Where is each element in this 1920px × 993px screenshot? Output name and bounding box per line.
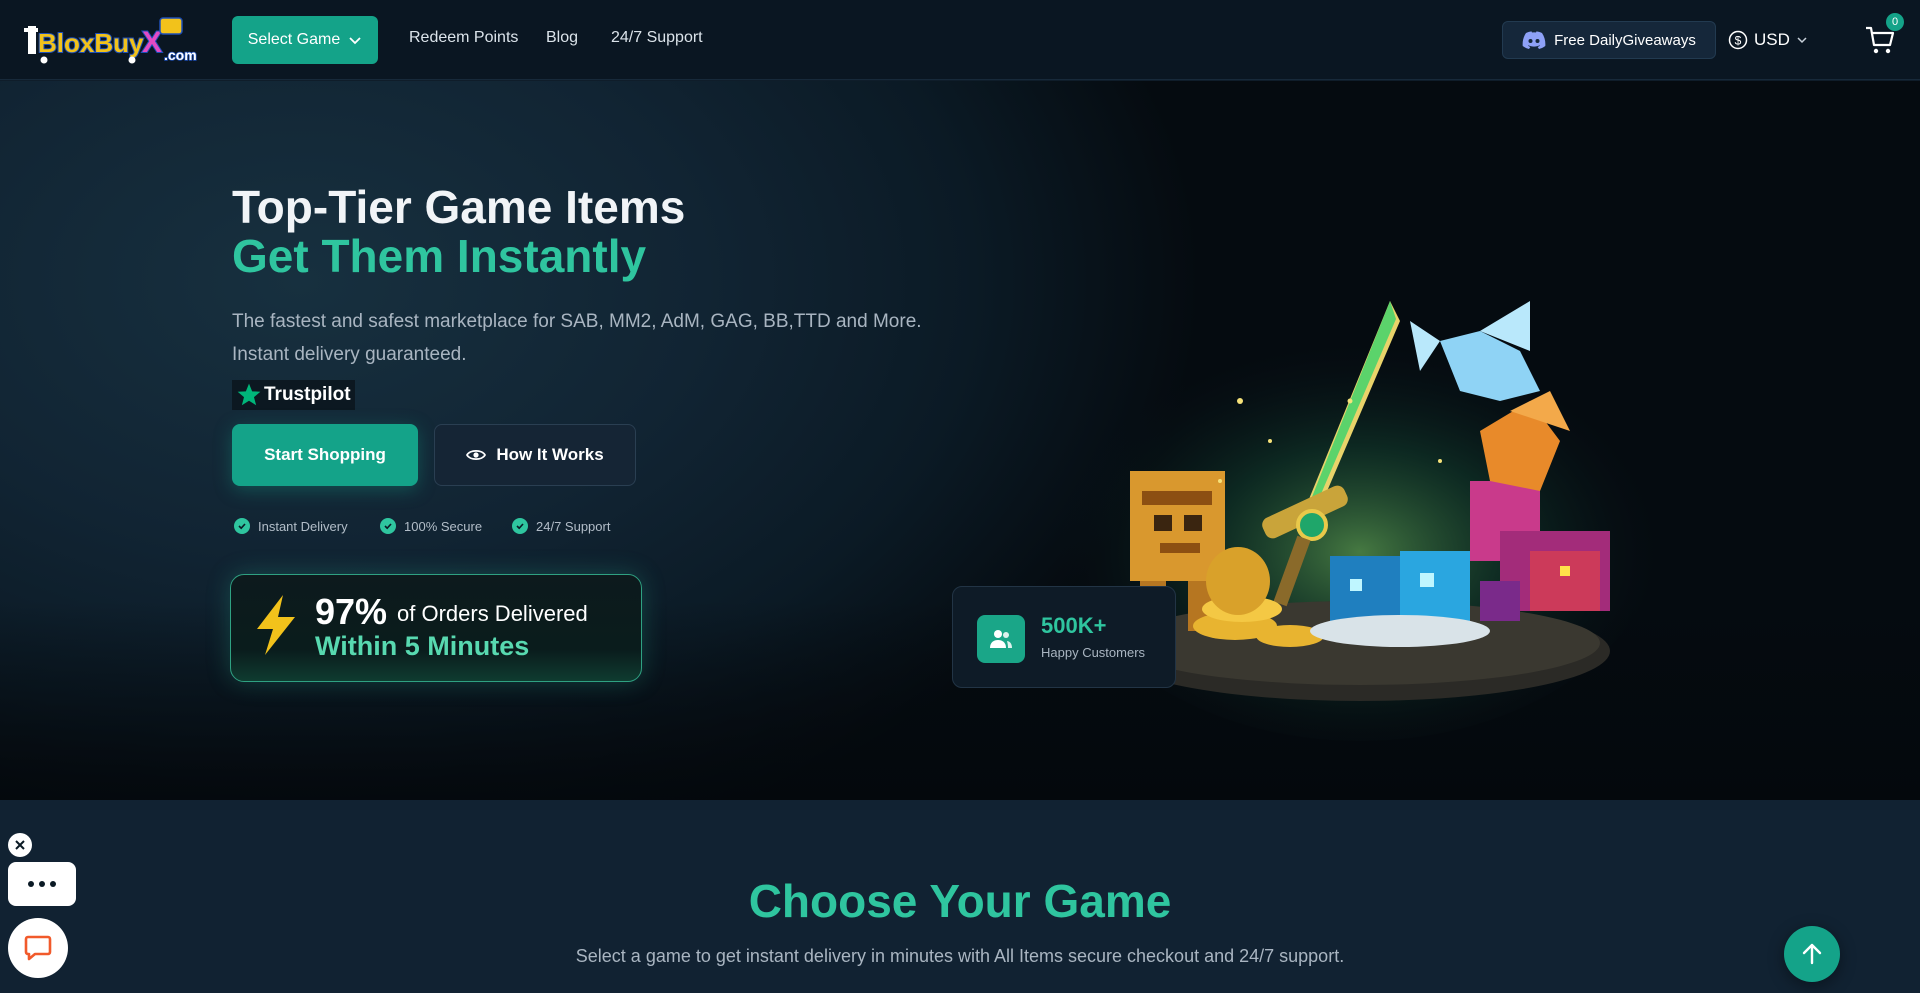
customers-label: Happy Customers [1041, 645, 1146, 660]
section-title: Choose Your Game [748, 875, 1172, 927]
chat-typing-bubble[interactable] [8, 862, 76, 906]
trustpilot-badge[interactable]: Trustpilot [232, 380, 355, 410]
eye-icon [466, 449, 487, 461]
feature-secure: 100% Secure [380, 518, 482, 534]
currency-label: USD [1754, 30, 1790, 49]
start-shopping-button[interactable]: Start Shopping [232, 424, 418, 486]
hero-title: Top-Tier Game Items [232, 181, 686, 233]
select-game-label: Select Game [247, 31, 341, 48]
how-it-works-label: How It Works [496, 445, 604, 464]
feature-instant-delivery: Instant Delivery [234, 518, 348, 534]
currency-selector[interactable]: $ USD [1728, 28, 1808, 52]
chat-icon [24, 935, 52, 961]
users-icon [977, 615, 1025, 663]
navbar: BloxBuy X .com Select Game Redeem Points… [0, 0, 1920, 80]
chevron-down-icon [349, 37, 361, 45]
delivery-percentage: 97% [315, 591, 388, 632]
brand-logo[interactable]: BloxBuy X .com [24, 14, 212, 66]
nav-link-support[interactable]: 24/7 Support [611, 29, 703, 47]
delivery-of-label: of Orders Delivered [397, 601, 588, 626]
star-icon [237, 383, 261, 406]
trustpilot-label: Trustpilot [264, 384, 351, 405]
customers-count: 500K+ [1041, 613, 1107, 638]
svg-text:.com: .com [164, 47, 197, 63]
delivery-within-label: Within 5 Minutes [315, 631, 530, 661]
hero-title-accent: Get Them Instantly [232, 230, 647, 282]
hero-subtitle: The fastest and safest marketplace for S… [232, 311, 922, 365]
delivery-stat-card: 97% of Orders Delivered Within 5 Minutes [230, 574, 642, 682]
typing-dot [50, 881, 56, 887]
how-it-works-button[interactable]: How It Works [434, 424, 636, 486]
discord-giveaways-button[interactable]: Free DailyGiveaways [1502, 21, 1716, 59]
feature-support: 24/7 Support [512, 518, 610, 534]
check-icon [234, 518, 250, 534]
chat-close-button[interactable] [8, 833, 32, 857]
discord-icon [1522, 31, 1546, 49]
svg-text:X: X [142, 26, 162, 59]
feature-label: 100% Secure [404, 518, 483, 534]
chevron-down-icon [1797, 37, 1807, 44]
svg-text:$: $ [1735, 34, 1742, 48]
scroll-to-top-button[interactable] [1784, 926, 1840, 982]
check-icon [380, 518, 396, 534]
chat-launcher-button[interactable] [8, 918, 68, 978]
cart-count-badge: 0 [1886, 13, 1904, 31]
section-subtitle: Select a game to get instant delivery in… [575, 946, 1345, 966]
feature-label: Instant Delivery [258, 518, 348, 534]
check-icon [512, 518, 528, 534]
close-icon [15, 840, 25, 850]
nav-link-redeem-points[interactable]: Redeem Points [409, 29, 518, 47]
arrow-up-icon [1802, 943, 1822, 965]
customers-stat-card: 500K+ Happy Customers [952, 586, 1176, 688]
svg-text:BloxBuy: BloxBuy [38, 28, 144, 58]
typing-dot [39, 881, 45, 887]
typing-dot [28, 881, 34, 887]
select-game-button[interactable]: Select Game [232, 16, 378, 64]
lightning-icon [257, 595, 295, 655]
feature-label: 24/7 Support [536, 518, 611, 534]
discord-giveaways-label: Free DailyGiveaways [1554, 31, 1696, 49]
nav-link-blog[interactable]: Blog [546, 29, 578, 47]
dollar-icon: $ [1728, 30, 1748, 50]
